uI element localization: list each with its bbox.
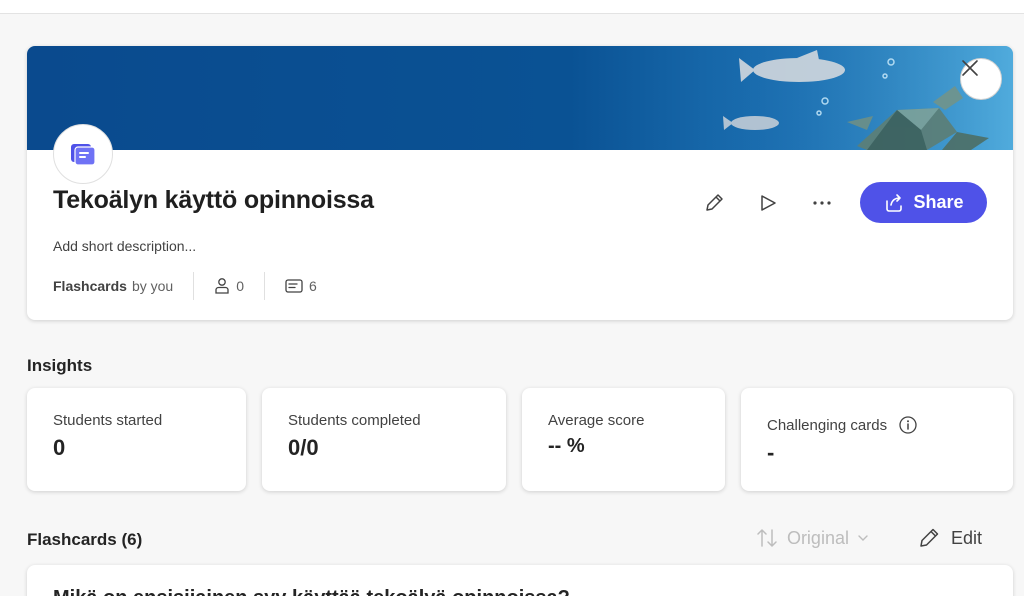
insight-label: Challenging cards [767, 416, 888, 434]
pencil-icon [706, 193, 723, 211]
insight-label-row: Challenging cards [767, 416, 987, 434]
set-meta: Flashcards by you 0 6 [53, 272, 317, 300]
divider [193, 272, 195, 300]
page-title: Tekoälyn käyttö opinnoissa [53, 186, 374, 214]
set-type-label: Flashcards [53, 278, 127, 294]
insight-label: Students started [53, 412, 163, 429]
sort-dropdown[interactable]: Original [755, 527, 869, 549]
edit-label: Edit [950, 527, 982, 548]
insight-label: Students completed [288, 412, 421, 429]
close-button[interactable] [960, 58, 1002, 100]
insight-card-completed: Students completed 0/0 [262, 388, 506, 491]
set-type-info: Flashcards by you [53, 278, 173, 294]
flashcards-toolbar: Original Edit [755, 526, 982, 550]
divider [263, 272, 265, 300]
insight-value: 0 [53, 435, 66, 460]
flashcard-item[interactable]: Mikä on ensisijainen syy käyttää tekoäly… [27, 565, 1013, 596]
person-icon [215, 278, 229, 294]
set-header-card: Tekoälyn käyttö opinnoissa Share Add sho… [27, 46, 1013, 320]
banner-image [27, 46, 1013, 150]
chevron-down-icon [858, 535, 868, 541]
card-icon [285, 279, 303, 293]
set-type-badge [53, 124, 113, 184]
more-icon [813, 200, 831, 205]
share-icon [886, 193, 903, 212]
flashcards-icon [71, 144, 96, 166]
insight-card-challenging: Challenging cards - [741, 388, 1013, 491]
students-count: 0 [214, 277, 244, 295]
insight-card-average-score: Average score -- % [522, 388, 725, 491]
description-field[interactable]: Add short description... [53, 238, 196, 254]
edit-flashcards-button[interactable]: Edit [917, 526, 982, 550]
edit-set-button[interactable] [694, 183, 734, 223]
share-label: Share [913, 192, 964, 212]
insight-value: 0/0 [288, 435, 319, 460]
sort-label: Original [786, 527, 849, 548]
info-icon[interactable] [899, 416, 917, 434]
flashcard-question: Mikä on ensisijainen syy käyttää tekoäly… [53, 587, 570, 596]
play-button[interactable] [748, 183, 788, 223]
header-actions: Share [680, 182, 987, 223]
insight-value: - [767, 440, 775, 465]
owner-label: by you [131, 278, 174, 294]
play-icon [761, 194, 776, 211]
cards-count: 6 [285, 278, 317, 294]
cards-count-value: 6 [308, 278, 317, 294]
close-icon [962, 60, 978, 76]
insights-title: Insights [27, 356, 93, 375]
share-button[interactable]: Share [860, 182, 987, 223]
flashcards-title: Flashcards (6) [27, 530, 143, 549]
pencil-icon [920, 528, 939, 547]
sort-arrows-icon [757, 529, 777, 547]
insight-label: Average score [548, 412, 645, 429]
insight-card-started: Students started 0 [27, 388, 246, 491]
students-count-value: 0 [236, 278, 244, 294]
more-options-button[interactable] [802, 183, 842, 223]
top-bar [0, 0, 1024, 14]
insight-value: -- % [548, 435, 585, 457]
